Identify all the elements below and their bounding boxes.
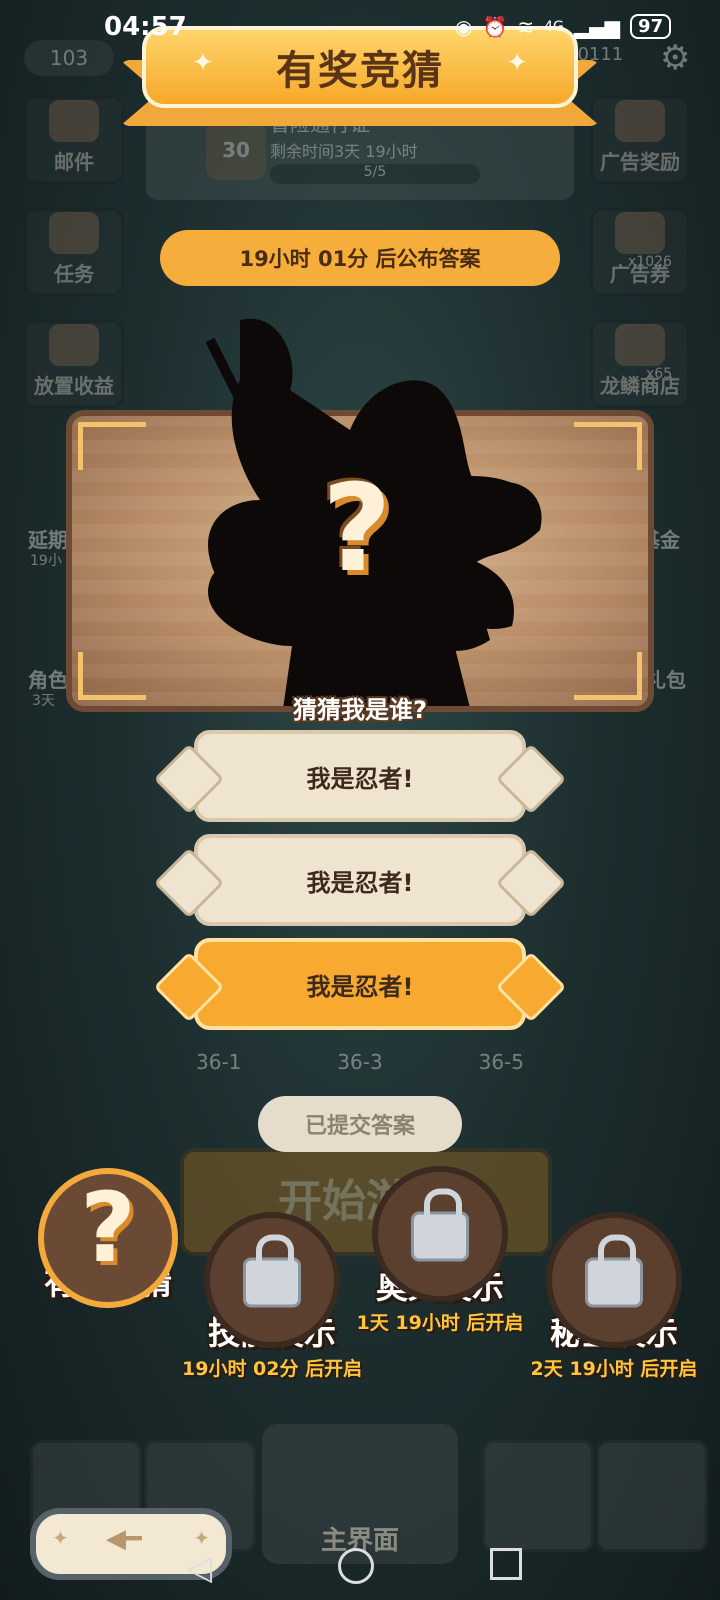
corner-ornament-icon	[574, 422, 642, 470]
status-bar: 04:57 ◉ ⏰ ≋ 4G ▂▄▆ 97	[0, 0, 720, 56]
idle-income-button[interactable]: 放置收益	[24, 320, 124, 408]
back-icon[interactable]: ◁	[186, 1548, 212, 1588]
guess-caption: 猜猜我是谁?	[293, 696, 427, 724]
submitted-button[interactable]: 已提交答案	[258, 1096, 462, 1152]
home-icon[interactable]	[338, 1548, 374, 1584]
scale-icon	[615, 324, 665, 366]
signal-icon: ▂▄▆	[573, 14, 621, 39]
feature-unlock-time: 2天 19小时 后开启	[530, 1358, 698, 1380]
ad-ticket-count: x1026	[628, 254, 672, 270]
lock-icon	[585, 1234, 643, 1308]
ultimate-icon-circle	[372, 1166, 508, 1302]
eye-icon: ◉	[455, 14, 473, 39]
dragon-scale-count: x65	[646, 366, 673, 382]
feature-quiz[interactable]: ? 有奖竞猜	[18, 1168, 198, 1308]
recents-icon[interactable]	[490, 1548, 522, 1580]
answer-label: 我是忍者!	[306, 764, 414, 793]
answer-option-3-selected[interactable]: 我是忍者!	[153, 938, 567, 1030]
stage-label: 36-1	[196, 1050, 242, 1074]
quiz-icon-circle: ?	[38, 1168, 178, 1308]
answer-timer-text: 19小时 01分 后公布答案	[239, 247, 481, 271]
sparkle-icon: ✦	[193, 1526, 210, 1550]
feature-unlock-time: 1天 19小时 后开启	[356, 1312, 524, 1334]
pass-subtitle: 剩余时间3天 19小时	[270, 142, 418, 161]
stage-label: 36-5	[478, 1050, 524, 1074]
dragon-shop-button[interactable]: 龙鳞商店	[590, 320, 690, 408]
ad-reward-button[interactable]: 广告奖励	[590, 96, 690, 184]
signal-label: 4G	[544, 18, 564, 35]
tv-icon	[615, 100, 665, 142]
feature-treasure-showcase[interactable]: 秘宝展示 2天 19小时 后开启	[524, 1212, 704, 1381]
left-label-delay-time: 19小	[30, 553, 62, 569]
submitted-label: 已提交答案	[304, 1114, 415, 1139]
ticket-icon	[615, 212, 665, 254]
nav-tile[interactable]	[482, 1440, 594, 1552]
pass-progress: 5/5	[270, 164, 480, 184]
treasure-icon-circle	[546, 1212, 682, 1348]
mail-icon	[49, 100, 99, 142]
ad-ticket-button[interactable]: 广告券	[590, 208, 690, 296]
stage-label: 36-3	[337, 1050, 383, 1074]
answer-label: 我是忍者!	[306, 972, 414, 1001]
answer-option-2[interactable]: 我是忍者!	[153, 834, 567, 926]
feature-ultimate-showcase[interactable]: 奥义展示 1天 19小时 后开启	[350, 1166, 530, 1335]
nav-main[interactable]: 主界面	[262, 1424, 458, 1564]
answer-timer: 19小时 01分 后公布答案	[160, 230, 560, 286]
lock-icon	[411, 1188, 469, 1262]
scroll-icon	[49, 212, 99, 254]
answer-option-1[interactable]: 我是忍者!	[153, 730, 567, 822]
status-time: 04:57	[104, 12, 187, 42]
task-button[interactable]: 任务	[24, 208, 124, 296]
sparkle-icon: ✦	[52, 1526, 69, 1550]
arrow-left-icon: ◀━	[106, 1524, 142, 1554]
feature-unlock-time: 19小时 02分 后开启	[182, 1358, 363, 1380]
clock-icon	[49, 324, 99, 366]
nav-tile[interactable]	[596, 1440, 708, 1552]
corner-ornament-icon	[78, 422, 146, 470]
feature-skill-showcase[interactable]: 技能展示 19小时 02分 后开启	[182, 1212, 362, 1381]
left-label-delay: 延期	[28, 528, 68, 552]
wifi-icon: ≋	[517, 14, 535, 39]
answer-label: 我是忍者!	[306, 868, 414, 897]
status-icons: ◉ ⏰ ≋ 4G ▂▄▆ 97	[455, 14, 672, 39]
skill-icon-circle	[204, 1212, 340, 1348]
lock-icon	[243, 1234, 301, 1308]
mail-button[interactable]: 邮件	[24, 96, 124, 184]
alarm-icon: ⏰	[482, 14, 508, 39]
question-mark-icon: ?	[80, 1172, 136, 1284]
battery-icon: 97	[630, 14, 672, 39]
left-label-role: 角色	[28, 668, 68, 692]
stage-labels: 36-1 36-3 36-5	[196, 1050, 524, 1074]
question-mark-icon: ?	[322, 460, 392, 599]
